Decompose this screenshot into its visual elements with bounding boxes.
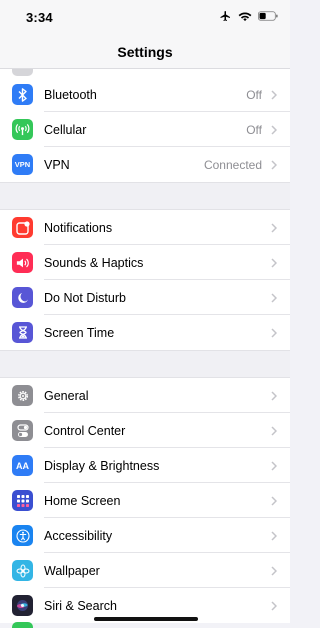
chevron-right-icon	[268, 495, 280, 506]
siri-icon	[12, 595, 33, 616]
chevron-right-icon	[268, 565, 280, 576]
list-item-partial	[0, 69, 290, 77]
row-value: Off	[246, 122, 262, 137]
settings-list: Bluetooth Off Cellular Off VPN VPN Conne…	[0, 69, 290, 623]
speaker-icon	[12, 252, 33, 273]
toggles-icon	[12, 420, 33, 441]
chevron-right-icon	[268, 530, 280, 541]
hourglass-icon	[12, 322, 33, 343]
row-general[interactable]: General	[0, 378, 290, 413]
row-label: Cellular	[44, 122, 87, 137]
row-control-center[interactable]: Control Center	[0, 413, 290, 448]
row-home-screen[interactable]: Home Screen	[0, 483, 290, 518]
row-display-brightness[interactable]: AA Display & Brightness	[0, 448, 290, 483]
row-label: Bluetooth	[44, 87, 97, 102]
chevron-right-icon	[268, 257, 280, 268]
row-label: Sounds & Haptics	[44, 255, 144, 270]
section-separator	[0, 182, 290, 210]
chevron-right-icon	[268, 390, 280, 401]
flower-icon	[12, 560, 33, 581]
wifi-icon	[238, 11, 252, 21]
cellular-icon	[12, 119, 33, 140]
chevron-right-icon	[268, 327, 280, 338]
row-label: Accessibility	[44, 528, 113, 543]
chevron-right-icon	[268, 460, 280, 471]
row-vpn[interactable]: VPN VPN Connected	[0, 147, 290, 182]
chevron-right-icon	[268, 425, 280, 436]
home-indicator[interactable]	[94, 617, 198, 621]
battery-icon	[258, 11, 278, 21]
text-size-icon: AA	[12, 455, 33, 476]
row-label: Do Not Disturb	[44, 290, 126, 305]
row-sounds-haptics[interactable]: Sounds & Haptics	[0, 245, 290, 280]
row-label: Notifications	[44, 220, 113, 235]
chevron-right-icon	[268, 600, 280, 611]
row-cellular[interactable]: Cellular Off	[0, 112, 290, 147]
status-time: 3:34	[26, 10, 53, 25]
vpn-icon-text: VPN	[14, 160, 31, 169]
settings-group-connectivity: Bluetooth Off Cellular Off VPN VPN Conne…	[0, 69, 290, 182]
vpn-icon: VPN	[12, 154, 33, 175]
status-icons	[219, 10, 278, 22]
row-value: Connected	[203, 157, 262, 172]
row-value: Off	[246, 87, 262, 102]
airplane-icon	[220, 11, 230, 21]
page-title: Settings	[117, 44, 173, 60]
settings-group-general: General Control Center AA Display & Brig…	[0, 378, 290, 623]
settings-group-notifications: Notifications Sounds & Haptics Do Not Di…	[0, 210, 290, 350]
row-label: Display & Brightness	[44, 458, 160, 473]
status-bar: 3:34	[0, 0, 290, 36]
notifications-icon	[12, 217, 33, 238]
chevron-right-icon	[268, 159, 280, 170]
partial-icon	[12, 69, 33, 76]
chevron-right-icon	[268, 124, 280, 135]
chevron-right-icon	[268, 89, 280, 100]
row-label: VPN	[44, 157, 70, 172]
row-screen-time[interactable]: Screen Time	[0, 315, 290, 350]
accessibility-icon	[12, 525, 33, 546]
text-size-icon-text: AA	[16, 460, 29, 471]
moon-icon	[12, 287, 33, 308]
row-label: Home Screen	[44, 493, 121, 508]
row-label: Control Center	[44, 423, 126, 438]
row-label: Wallpaper	[44, 563, 100, 578]
gear-icon	[12, 385, 33, 406]
row-accessibility[interactable]: Accessibility	[0, 518, 290, 553]
row-wallpaper[interactable]: Wallpaper	[0, 553, 290, 588]
next-row-icon-partial	[12, 622, 33, 628]
row-label: Siri & Search	[44, 598, 117, 613]
row-label: General	[44, 388, 89, 403]
row-label: Screen Time	[44, 325, 115, 340]
bluetooth-icon	[12, 84, 33, 105]
navigation-bar: Settings	[0, 36, 290, 69]
row-do-not-disturb[interactable]: Do Not Disturb	[0, 280, 290, 315]
chevron-right-icon	[268, 222, 280, 233]
app-grid-icon	[12, 490, 33, 511]
row-notifications[interactable]: Notifications	[0, 210, 290, 245]
section-separator	[0, 350, 290, 378]
chevron-right-icon	[268, 292, 280, 303]
row-bluetooth[interactable]: Bluetooth Off	[0, 77, 290, 112]
